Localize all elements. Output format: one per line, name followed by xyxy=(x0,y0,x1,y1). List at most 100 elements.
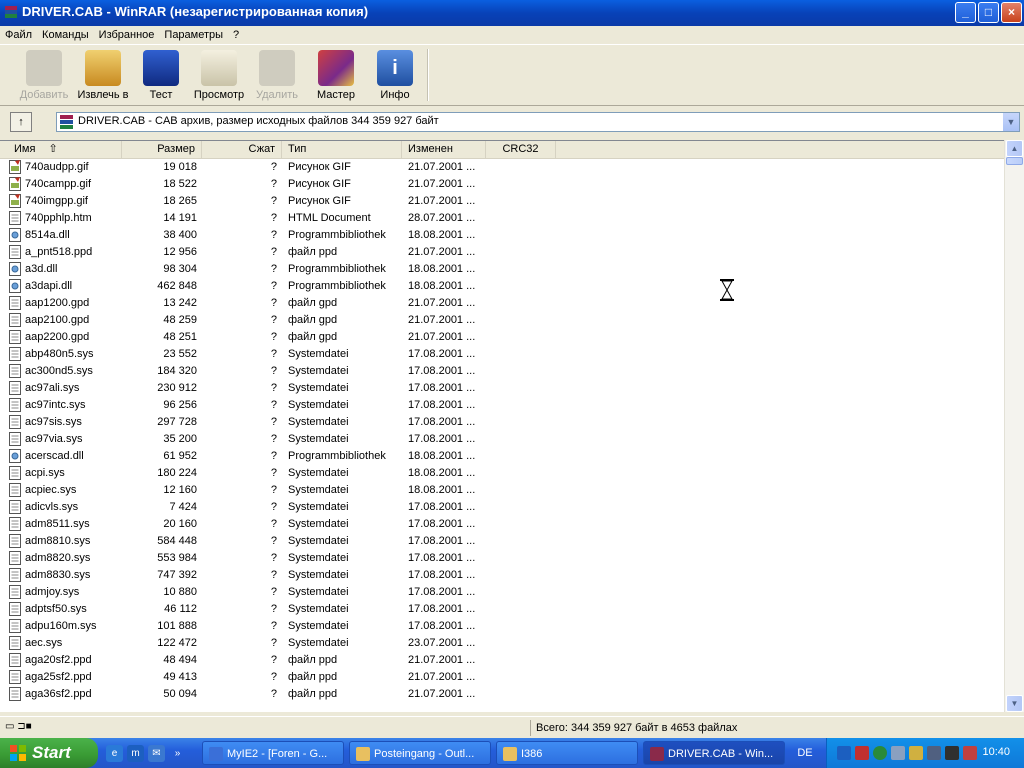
view-button[interactable]: Просмотр xyxy=(189,45,249,105)
address-dropdown-icon[interactable]: ▼ xyxy=(1002,113,1019,131)
file-name: adicvls.sys xyxy=(25,501,79,513)
table-row[interactable]: ac97intc.sys 96 256? Systemdatei 17.08.2001… xyxy=(0,397,1004,414)
table-row[interactable]: acpi.sys 180 224? Systemdatei 18.08.2001 ..… xyxy=(0,465,1004,482)
menu-options[interactable]: Параметры xyxy=(159,29,228,41)
document-file-icon xyxy=(9,347,21,361)
file-modified: 17.08.2001 ... xyxy=(408,535,476,547)
column-crc32[interactable]: CRC32 xyxy=(486,141,556,158)
extract-button[interactable]: Извлечь в xyxy=(73,45,133,105)
table-row[interactable]: adm8810.sys 584 448? Systemdatei 17.08.2001… xyxy=(0,533,1004,550)
table-row[interactable]: acerscad.dll 61 952? Programmbibliothek 18.… xyxy=(0,448,1004,465)
myie-icon[interactable]: m xyxy=(127,744,144,762)
table-row[interactable]: adm8820.sys 553 984? Systemdatei 17.08.2001… xyxy=(0,550,1004,567)
menu-help[interactable]: ? xyxy=(228,29,244,41)
info-button[interactable]: i Инфо xyxy=(367,45,423,105)
table-row[interactable]: a3dapi.dll 462 848? Programmbibliothek 18.0… xyxy=(0,278,1004,295)
start-button[interactable]: Start xyxy=(0,738,98,768)
file-modified: 21.07.2001 ... xyxy=(408,297,476,309)
file-packed: ? xyxy=(270,195,277,207)
scroll-down-icon[interactable]: ▼ xyxy=(1006,695,1023,712)
file-size: 96 256 xyxy=(163,399,197,411)
table-row[interactable]: ac97via.sys 35 200? Systemdatei 17.08.2001 … xyxy=(0,431,1004,448)
table-row[interactable]: 740campp.gif 18 522? Рисунок GIF 21.07.2001… xyxy=(0,176,1004,193)
table-row[interactable]: aga25sf2.ppd 49 413? файл ppd 21.07.2001 ..… xyxy=(0,669,1004,686)
tray-security-icon[interactable] xyxy=(963,746,977,760)
file-modified: 21.07.2001 ... xyxy=(408,246,476,258)
delete-button[interactable]: Удалить xyxy=(249,45,305,105)
file-modified: 17.08.2001 ... xyxy=(408,433,476,445)
table-row[interactable]: aec.sys 122 472? Systemdatei 23.07.2001 ... xyxy=(0,635,1004,652)
task-winrar[interactable]: DRIVER.CAB - Win... xyxy=(643,741,785,765)
task-i386-folder[interactable]: I386 xyxy=(496,741,638,765)
mail-icon[interactable]: ✉ xyxy=(148,744,165,762)
table-row[interactable]: aap2200.gpd 48 251? файл gpd 21.07.2001 ... xyxy=(0,329,1004,346)
table-row[interactable]: abp480n5.sys 23 552? Systemdatei 17.08.2001… xyxy=(0,346,1004,363)
file-list[interactable]: Имя ⇧ Размер Сжат Тип Изменен CRC32 740a… xyxy=(0,140,1024,712)
add-button[interactable]: Добавить xyxy=(15,45,73,105)
file-type: Systemdatei xyxy=(288,399,349,411)
column-packed[interactable]: Сжат xyxy=(202,141,282,158)
column-name[interactable]: Имя ⇧ xyxy=(0,141,122,158)
table-row[interactable]: aap2100.gpd 48 259? файл gpd 21.07.2001 ... xyxy=(0,312,1004,329)
column-modified[interactable]: Изменен xyxy=(402,141,486,158)
restore-button[interactable]: □ xyxy=(978,2,999,23)
table-row[interactable]: 740imgpp.gif 18 265? Рисунок GIF 21.07.2001… xyxy=(0,193,1004,210)
tray-settings-icon[interactable] xyxy=(891,746,905,760)
up-folder-button[interactable]: ↑ xyxy=(10,112,32,132)
tray-speaker-icon[interactable] xyxy=(909,746,923,760)
wizard-button[interactable]: Мастер xyxy=(305,45,367,105)
table-row[interactable]: adicvls.sys 7 424? Systemdatei 17.08.2001 .… xyxy=(0,499,1004,516)
title-bar[interactable]: DRIVER.CAB - WinRAR (незарегистрированна… xyxy=(0,0,1024,26)
vertical-scrollbar[interactable]: ▲ ▼ xyxy=(1004,140,1024,712)
table-row[interactable]: aap1200.gpd 13 242? файл gpd 21.07.2001 ... xyxy=(0,295,1004,312)
file-size: 297 728 xyxy=(157,416,197,428)
task-myie2[interactable]: MyIE2 - [Foren - G... xyxy=(202,741,344,765)
table-row[interactable]: ac97ali.sys 230 912? Systemdatei 17.08.2001… xyxy=(0,380,1004,397)
task-outlook[interactable]: Posteingang - Outl... xyxy=(349,741,491,765)
file-modified: 17.08.2001 ... xyxy=(408,620,476,632)
browser-icon[interactable]: e xyxy=(106,744,123,762)
tray-globe-icon[interactable] xyxy=(873,746,887,760)
file-name: aap1200.gpd xyxy=(25,297,90,309)
scroll-up-icon[interactable]: ▲ xyxy=(1006,140,1023,157)
menu-favorites[interactable]: Избранное xyxy=(94,29,160,41)
more-chevron-icon[interactable]: » xyxy=(169,745,186,762)
tray-display-icon[interactable] xyxy=(945,746,959,760)
table-row[interactable]: adpu160m.sys 101 888? Systemdatei 17.08.200… xyxy=(0,618,1004,635)
tray-monitor-icon[interactable] xyxy=(927,746,941,760)
table-row[interactable]: 740pphlp.htm 14 191? HTML Document 28.07.20… xyxy=(0,210,1004,227)
table-row[interactable]: 8514a.dll 38 400? Programmbibliothek 18.08.… xyxy=(0,227,1004,244)
language-indicator[interactable]: DE xyxy=(793,738,817,768)
table-row[interactable]: adptsf50.sys 46 112? Systemdatei 17.08.2001… xyxy=(0,601,1004,618)
table-row[interactable]: aga36sf2.ppd 50 094? файл ppd 21.07.2001 ..… xyxy=(0,686,1004,703)
file-packed: ? xyxy=(270,246,277,258)
menu-file[interactable]: Файл xyxy=(0,29,37,41)
dll-file-icon xyxy=(9,449,21,463)
tray-network-icon[interactable] xyxy=(855,746,869,760)
menu-commands[interactable]: Команды xyxy=(37,29,94,41)
file-modified: 17.08.2001 ... xyxy=(408,552,476,564)
table-row[interactable]: adm8830.sys 747 392? Systemdatei 17.08.2001… xyxy=(0,567,1004,584)
sort-up-icon: ⇧ xyxy=(48,143,58,155)
column-size[interactable]: Размер xyxy=(122,141,202,158)
file-modified: 17.08.2001 ... xyxy=(408,603,476,615)
table-row[interactable]: ac300nd5.sys 184 320? Systemdatei 17.08.200… xyxy=(0,363,1004,380)
address-field[interactable]: DRIVER.CAB - CAB архив, размер исходных … xyxy=(56,112,1020,132)
file-size: 46 112 xyxy=(164,603,197,615)
scroll-thumb[interactable] xyxy=(1006,157,1023,165)
table-row[interactable]: admjoy.sys 10 880? Systemdatei 17.08.2001 .… xyxy=(0,584,1004,601)
close-button[interactable]: × xyxy=(1001,2,1022,23)
minimize-button[interactable]: _ xyxy=(955,2,976,23)
table-row[interactable]: a_pnt518.ppd 12 956? файл ppd 21.07.2001 ..… xyxy=(0,244,1004,261)
test-button[interactable]: Тест xyxy=(133,45,189,105)
table-row[interactable]: a3d.dll 98 304? Programmbibliothek 18.08.20… xyxy=(0,261,1004,278)
file-size: 7 424 xyxy=(169,501,197,513)
tray-myie-icon[interactable] xyxy=(837,746,851,760)
table-row[interactable]: ac97sis.sys 297 728? Systemdatei 17.08.2001… xyxy=(0,414,1004,431)
table-row[interactable]: 740audpp.gif 19 018? Рисунок GIF 21.07.2001… xyxy=(0,159,1004,176)
column-type[interactable]: Тип xyxy=(282,141,402,158)
table-row[interactable]: acpiec.sys 12 160? Systemdatei 18.08.2001 .… xyxy=(0,482,1004,499)
table-row[interactable]: aga20sf2.ppd 48 494? файл ppd 21.07.2001 ..… xyxy=(0,652,1004,669)
document-file-icon xyxy=(9,364,21,378)
table-row[interactable]: adm8511.sys 20 160? Systemdatei 17.08.2001 … xyxy=(0,516,1004,533)
